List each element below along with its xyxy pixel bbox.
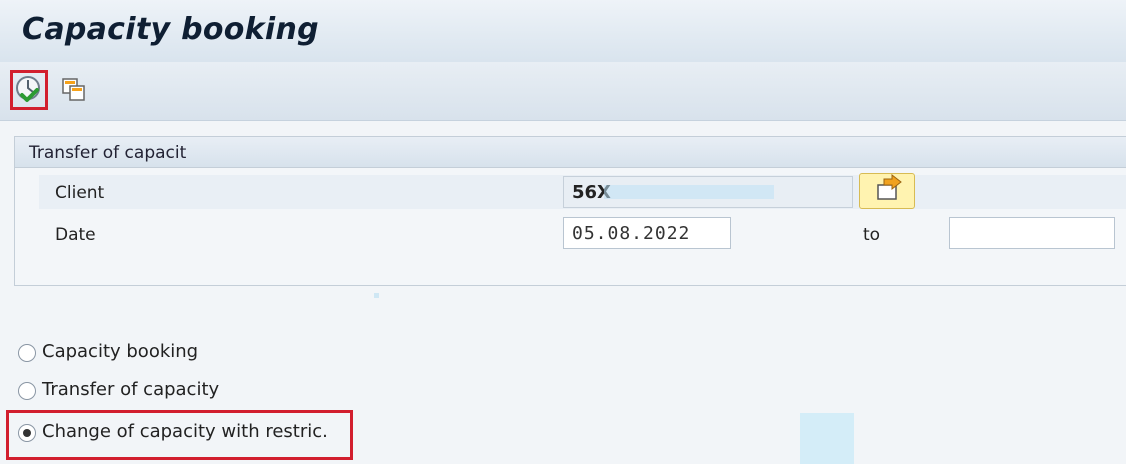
client-redaction [604,185,774,199]
date-to-label: to [863,225,881,245]
title-bar: Capacity booking [0,0,1126,63]
selected-option-highlight [6,410,353,460]
date-from-field[interactable]: 05.08.2022 [563,217,731,249]
select-arrow-icon [877,173,902,200]
date-row: Date 05.08.2022 to [39,217,1126,251]
execute-clock-check-icon [16,76,40,102]
group-header: Transfer of capacit [15,137,1126,168]
decorative-dot [374,293,379,298]
execute-button[interactable] [10,70,48,110]
client-label: Client [55,183,105,203]
option-label: Capacity booking [42,341,199,362]
decorative-blue-block [800,413,854,464]
copy-button[interactable] [58,74,92,108]
option-label: Transfer of capacity [42,379,220,400]
client-select-button[interactable] [859,173,915,209]
date-label: Date [55,225,96,245]
transfer-capacity-group: Transfer of capacit Client 56X Date 05.0… [14,136,1126,286]
page-title: Capacity booking [22,12,319,47]
copy-windows-icon [62,78,85,101]
group-title: Transfer of capacit [29,143,187,163]
toolbar [0,62,1126,121]
radio-button[interactable] [18,344,36,362]
radio-button[interactable] [18,382,36,400]
client-row: Client 56X [39,173,1126,209]
date-to-field[interactable] [949,217,1115,249]
